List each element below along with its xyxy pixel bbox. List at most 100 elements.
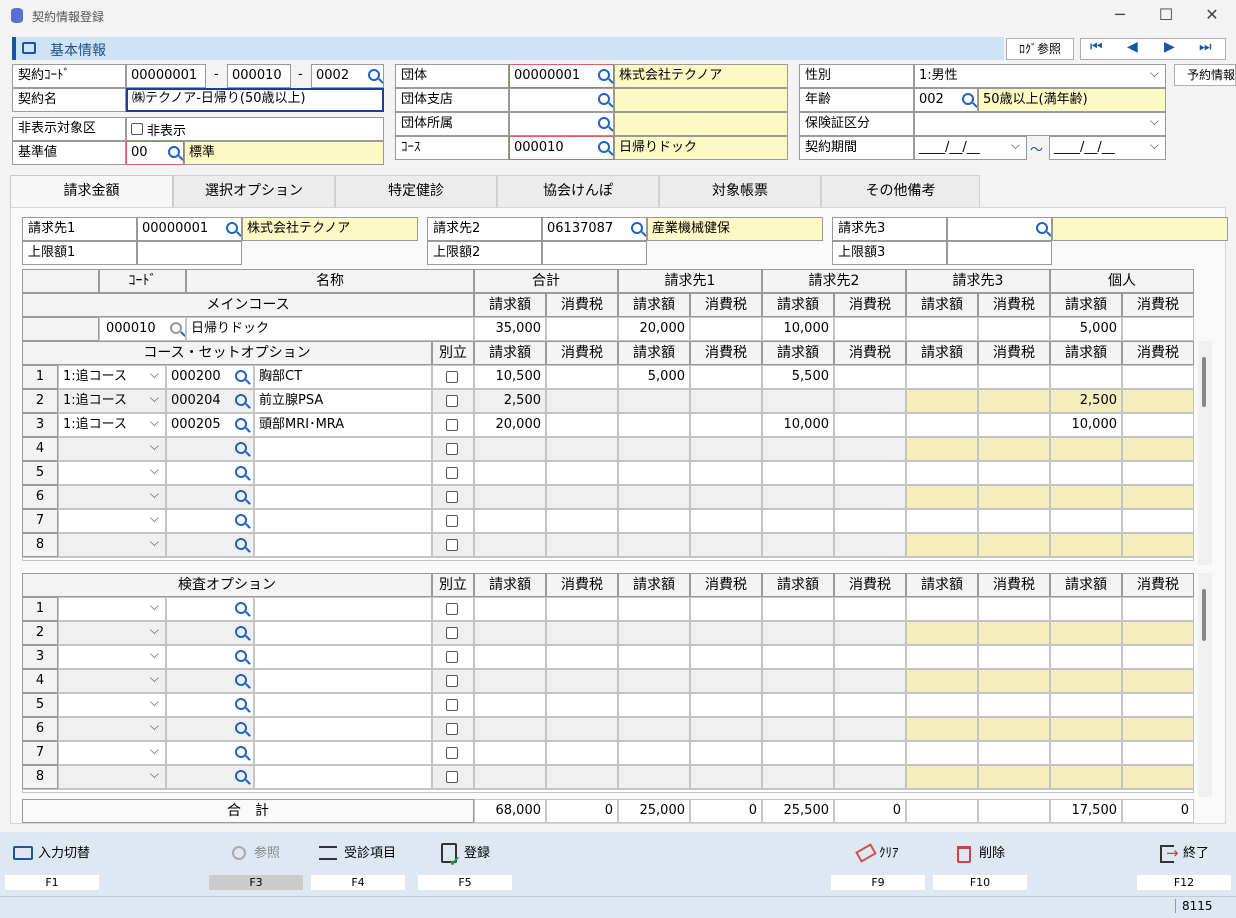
search-icon[interactable] xyxy=(598,117,610,129)
option-amount[interactable] xyxy=(978,765,1050,789)
option-amount[interactable] xyxy=(474,461,546,485)
f3-key[interactable]: F3 xyxy=(209,875,303,890)
option-amount[interactable] xyxy=(1122,413,1194,437)
option-amount[interactable] xyxy=(474,597,546,621)
exam-scroll-thumb[interactable] xyxy=(1202,589,1206,641)
option-amount[interactable] xyxy=(1050,645,1122,669)
separate-checkbox[interactable] xyxy=(446,627,458,639)
last-record-icon[interactable]: ⏭ xyxy=(1199,39,1212,55)
option-amount[interactable] xyxy=(1122,437,1194,461)
option-amount[interactable] xyxy=(1050,437,1122,461)
option-amount[interactable] xyxy=(762,437,834,461)
option-amount[interactable] xyxy=(474,533,546,557)
group-code-input[interactable]: 00000001 xyxy=(509,64,614,88)
option-amount[interactable] xyxy=(618,437,690,461)
reference-button[interactable]: 参照 xyxy=(254,842,280,866)
option-amount[interactable] xyxy=(978,413,1050,437)
option-amount[interactable] xyxy=(618,693,690,717)
option-amount[interactable] xyxy=(618,389,690,413)
search-icon[interactable] xyxy=(226,222,238,234)
separate-checkbox[interactable] xyxy=(446,603,458,615)
clear-button[interactable]: ｸﾘｱ xyxy=(879,842,899,866)
option-amount[interactable] xyxy=(762,533,834,557)
option-amount[interactable] xyxy=(690,413,762,437)
search-icon[interactable] xyxy=(235,490,247,502)
search-icon[interactable] xyxy=(1036,222,1048,234)
option-type-select[interactable] xyxy=(58,437,166,461)
option-amount[interactable] xyxy=(546,389,618,413)
separate-checkbox[interactable] xyxy=(446,699,458,711)
search-icon[interactable] xyxy=(235,394,247,406)
option-type-select[interactable] xyxy=(58,621,166,645)
option-amount[interactable]: 2,500 xyxy=(474,389,546,413)
option-amount[interactable] xyxy=(834,413,906,437)
separate-checkbox[interactable] xyxy=(446,539,458,551)
hidden-checkbox[interactable] xyxy=(131,123,143,135)
search-icon[interactable] xyxy=(235,746,247,758)
option-amount[interactable] xyxy=(834,533,906,557)
f4-key[interactable]: F4 xyxy=(311,875,405,890)
option-type-select[interactable] xyxy=(58,669,166,693)
option-amount[interactable] xyxy=(906,645,978,669)
option-code-input[interactable] xyxy=(166,693,254,717)
option-code-input[interactable]: 000200 xyxy=(166,365,254,389)
option-amount[interactable] xyxy=(834,765,906,789)
option-amount[interactable] xyxy=(474,645,546,669)
option-code-input[interactable] xyxy=(166,741,254,765)
option-amount[interactable]: 5,000 xyxy=(618,365,690,389)
close-button[interactable]: ✕ xyxy=(1189,0,1235,32)
main-course-amount[interactable]: 35,000 xyxy=(474,317,546,341)
option-code-input[interactable]: 000205 xyxy=(166,413,254,437)
option-amount[interactable] xyxy=(762,509,834,533)
separate-checkbox[interactable] xyxy=(446,491,458,503)
option-amount[interactable] xyxy=(978,461,1050,485)
main-course-amount[interactable]: 5,000 xyxy=(1050,317,1122,341)
main-course-amount[interactable] xyxy=(546,317,618,341)
search-icon[interactable] xyxy=(168,146,180,158)
f10-key[interactable]: F10 xyxy=(933,875,1027,890)
search-icon[interactable] xyxy=(598,141,610,153)
option-amount[interactable] xyxy=(906,437,978,461)
limit-2-input[interactable] xyxy=(542,241,647,265)
main-course-amount[interactable] xyxy=(906,317,978,341)
option-amount[interactable] xyxy=(834,485,906,509)
option-amount[interactable] xyxy=(762,461,834,485)
option-amount[interactable] xyxy=(546,693,618,717)
option-amount[interactable] xyxy=(474,717,546,741)
search-icon[interactable] xyxy=(631,222,643,234)
separate-checkbox[interactable] xyxy=(446,395,458,407)
option-amount[interactable] xyxy=(834,389,906,413)
option-amount[interactable]: 2,500 xyxy=(1050,389,1122,413)
age-code-input[interactable]: 002 xyxy=(914,88,978,112)
option-amount[interactable] xyxy=(690,533,762,557)
contract-code-3-input[interactable]: 0002 xyxy=(311,64,384,88)
exit-button[interactable]: 終了 xyxy=(1183,842,1209,866)
search-icon[interactable] xyxy=(235,418,247,430)
tab-kyokai-kenpo[interactable]: 協会けんぽ xyxy=(497,175,659,208)
option-amount[interactable] xyxy=(546,741,618,765)
exam-items-button[interactable]: 受診項目 xyxy=(344,842,396,866)
option-amount[interactable] xyxy=(1122,717,1194,741)
maximize-button[interactable]: ☐ xyxy=(1143,0,1189,32)
billing-3-code-input[interactable] xyxy=(947,217,1052,241)
option-code-input[interactable] xyxy=(166,461,254,485)
main-course-amount[interactable] xyxy=(1122,317,1194,341)
register-button[interactable]: 登録 xyxy=(464,842,490,866)
option-amount[interactable] xyxy=(906,765,978,789)
reservation-info-button[interactable]: 予約情報 xyxy=(1174,64,1236,86)
main-course-amount[interactable] xyxy=(834,317,906,341)
option-amount[interactable] xyxy=(762,741,834,765)
separate-checkbox[interactable] xyxy=(446,371,458,383)
option-amount[interactable] xyxy=(1122,765,1194,789)
input-switch-button[interactable]: 入力切替 xyxy=(38,842,90,866)
main-course-amount[interactable] xyxy=(978,317,1050,341)
contract-name-input[interactable]: ㈱テクノア-日帰り(50歳以上) xyxy=(126,88,384,112)
separate-checkbox[interactable] xyxy=(446,651,458,663)
option-amount[interactable] xyxy=(474,509,546,533)
option-amount[interactable] xyxy=(618,485,690,509)
option-amount[interactable] xyxy=(618,669,690,693)
option-amount[interactable] xyxy=(546,413,618,437)
option-type-select[interactable] xyxy=(58,741,166,765)
option-code-input[interactable] xyxy=(166,437,254,461)
option-amount[interactable] xyxy=(690,597,762,621)
